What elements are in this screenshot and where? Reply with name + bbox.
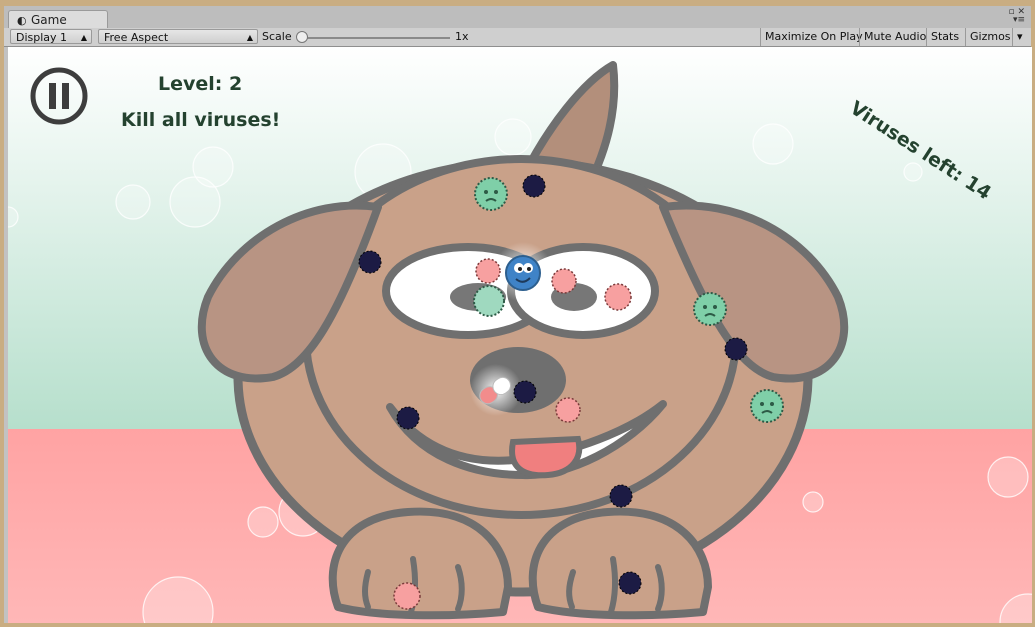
bubble bbox=[802, 491, 824, 513]
maximize-on-play-button[interactable]: Maximize On Play bbox=[760, 28, 867, 46]
virus-dark bbox=[618, 571, 642, 595]
hero-blue-blob bbox=[505, 255, 541, 291]
gizmos-dropdown-arrow-icon[interactable]: ▾ bbox=[1012, 28, 1031, 46]
scale-label: Scale bbox=[262, 30, 292, 43]
bubble bbox=[494, 118, 532, 156]
virus-pink bbox=[551, 268, 577, 294]
stats-button[interactable]: Stats bbox=[926, 28, 963, 46]
game-toolbar: Display 1 ▲ Free Aspect ▲ Scale 1x Maxim… bbox=[4, 28, 1031, 47]
objective-label: Kill all viruses! bbox=[121, 109, 281, 131]
pause-button[interactable] bbox=[30, 67, 88, 125]
game-viewport[interactable]: Level: 2 Kill all viruses! Viruses left:… bbox=[8, 47, 1032, 623]
updown-arrow-icon: ▲ bbox=[80, 33, 87, 42]
bubble bbox=[752, 123, 794, 165]
virus-pink bbox=[475, 258, 501, 284]
unity-icon: ◐ bbox=[17, 14, 27, 27]
virus-pink bbox=[555, 397, 581, 423]
game-view-window: ◐ Game ▫ ✕ ▾≡ Display 1 ▲ Free Aspect ▲ … bbox=[4, 6, 1032, 623]
bubble bbox=[169, 176, 221, 228]
tab-game[interactable]: ◐ Game bbox=[8, 10, 108, 30]
virus-dark bbox=[513, 380, 537, 404]
bubble bbox=[987, 456, 1029, 498]
menu-icon[interactable]: ▾≡ bbox=[1013, 15, 1025, 25]
virus-pink bbox=[604, 283, 632, 311]
bubble bbox=[247, 506, 279, 538]
virus-green bbox=[693, 292, 727, 326]
window-controls[interactable]: ▫ ✕ ▾≡ bbox=[1008, 8, 1025, 25]
scale-value: 1x bbox=[455, 30, 469, 43]
mute-audio-button[interactable]: Mute Audio bbox=[859, 28, 930, 46]
level-label: Level: 2 bbox=[158, 73, 243, 95]
dog-paw-right bbox=[528, 507, 712, 620]
virus-dark bbox=[724, 337, 748, 361]
bubble bbox=[115, 184, 151, 220]
virus-green bbox=[473, 285, 505, 317]
bubble bbox=[903, 162, 923, 182]
virus-dark bbox=[609, 484, 633, 508]
pause-icon bbox=[49, 83, 56, 109]
dog-paw-left bbox=[328, 507, 512, 620]
aspect-dropdown-value: Free Aspect bbox=[104, 31, 169, 44]
dog-tongue bbox=[509, 435, 583, 479]
display-dropdown-value: Display 1 bbox=[16, 31, 68, 44]
virus-green bbox=[750, 389, 784, 423]
tab-bar: ◐ Game ▫ ✕ ▾≡ bbox=[4, 6, 1031, 30]
scale-slider-track[interactable] bbox=[302, 37, 450, 39]
virus-green bbox=[474, 177, 508, 211]
virus-dark bbox=[396, 406, 420, 430]
virus-dark bbox=[522, 174, 546, 198]
display-dropdown[interactable]: Display 1 ▲ bbox=[10, 29, 92, 44]
aspect-dropdown[interactable]: Free Aspect ▲ bbox=[98, 29, 258, 44]
updown-arrow-icon: ▲ bbox=[246, 33, 253, 42]
virus-dark bbox=[358, 250, 382, 274]
virus-pink bbox=[393, 582, 421, 610]
tab-label: Game bbox=[31, 13, 67, 27]
scale-slider-knob[interactable] bbox=[296, 31, 308, 43]
gizmos-button[interactable]: Gizmos bbox=[965, 28, 1015, 46]
